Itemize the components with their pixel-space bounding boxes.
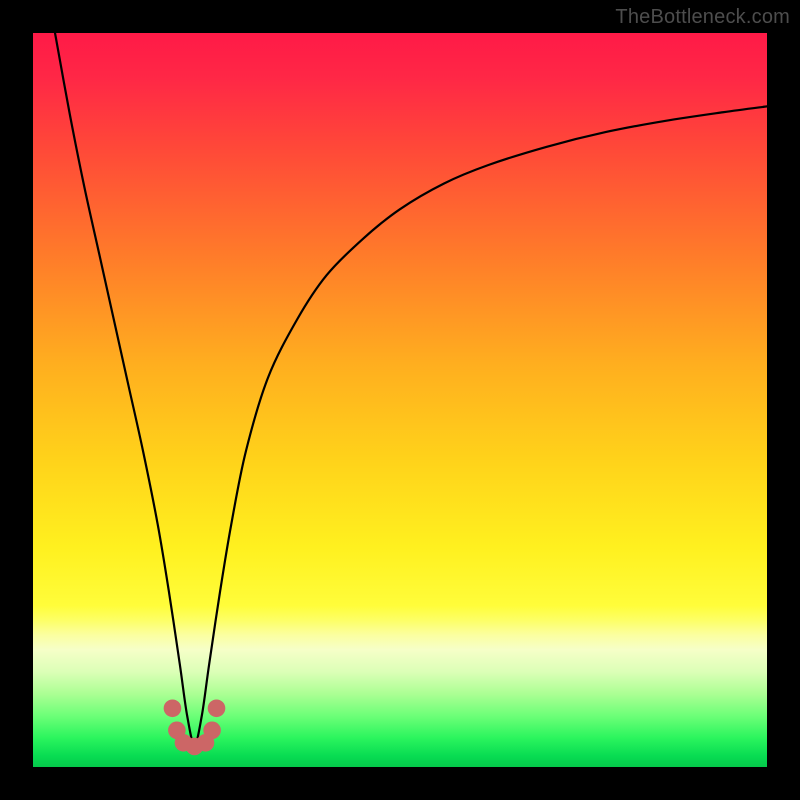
notch-markers — [164, 699, 226, 755]
notch-dot — [203, 721, 221, 739]
curve-layer — [33, 33, 767, 767]
notch-dot — [208, 699, 226, 717]
plot-area — [33, 33, 767, 767]
bottleneck-curve — [55, 33, 767, 745]
notch-dot — [164, 699, 182, 717]
chart-frame: TheBottleneck.com — [0, 0, 800, 800]
watermark-label: TheBottleneck.com — [615, 6, 790, 29]
